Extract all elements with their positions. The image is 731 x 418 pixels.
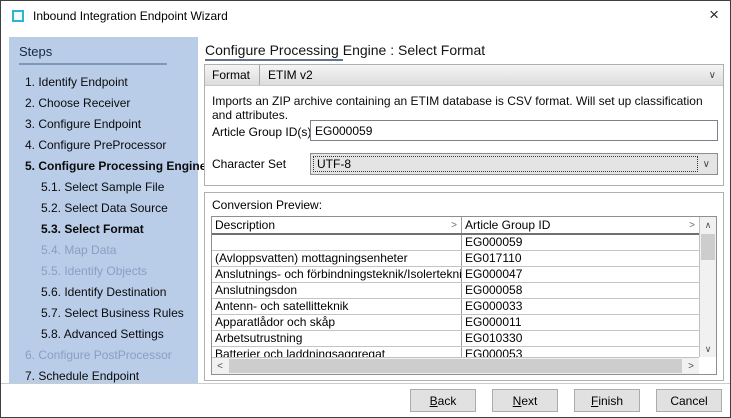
back-button[interactable]: Back <box>410 389 476 412</box>
scroll-right-icon[interactable]: > <box>683 358 699 374</box>
vertical-scrollbar[interactable]: ∧ ∨ <box>699 217 716 357</box>
sidebar-item-identify-endpoint[interactable]: 1. Identify Endpoint <box>19 72 198 93</box>
scroll-left-icon[interactable]: < <box>212 358 228 374</box>
sidebar-item-select-data-source[interactable]: 5.2. Select Data Source <box>19 198 198 219</box>
cancel-button[interactable]: Cancel <box>656 389 722 412</box>
charset-focus-rect <box>313 156 698 172</box>
cell-article-group-id: EG000058 <box>462 283 699 298</box>
table-row[interactable]: (Avloppsvatten) mottagningsenheter EG017… <box>212 251 699 267</box>
table-row[interactable]: EG000059 <box>212 235 699 251</box>
sidebar-item-advanced-settings[interactable]: 5.8. Advanced Settings <box>19 324 198 345</box>
cell-description: Arbetsutrustning <box>212 331 462 346</box>
article-group-label: Article Group ID(s) <box>212 125 311 139</box>
sidebar-item-select-format[interactable]: 5.3. Select Format <box>19 219 198 240</box>
cell-article-group-id: EG000033 <box>462 299 699 314</box>
cell-description: Antenn- och satellitteknik <box>212 299 462 314</box>
cell-article-group-id: EG017110 <box>462 251 699 266</box>
charset-label: Character Set <box>212 157 286 171</box>
cell-description <box>212 235 462 250</box>
sidebar-item-select-business-rules[interactable]: 5.7. Select Business Rules <box>19 303 198 324</box>
sidebar-item-map-data: 5.4. Map Data <box>19 240 198 261</box>
table-row[interactable]: Anslutnings- och förbindningsteknik/Isol… <box>212 267 699 283</box>
button-label: Cancel <box>670 394 707 408</box>
finish-button[interactable]: Finish <box>574 389 640 412</box>
button-label: inish <box>598 394 623 408</box>
format-dropdown[interactable]: Format ETIM v2 ∨ <box>205 65 723 86</box>
format-label: Format <box>205 68 259 82</box>
format-value: ETIM v2 <box>260 68 709 82</box>
sidebar-item-configure-postprocessor: 6. Configure PostProcessor <box>19 345 198 366</box>
table-row[interactable]: Apparatlådor och skåp EG000011 <box>212 315 699 331</box>
button-mnemonic: N <box>513 394 522 408</box>
table-row[interactable]: Antenn- och satellitteknik EG000033 <box>212 299 699 315</box>
charset-dropdown[interactable]: UTF-8 ∨ <box>310 153 718 175</box>
chevron-down-icon: ∨ <box>709 70 723 81</box>
sidebar-item-select-sample-file[interactable]: 5.1. Select Sample File <box>19 177 198 198</box>
footer-button-bar: Back Next Finish Cancel <box>1 384 730 417</box>
cell-article-group-id: EG000011 <box>462 315 699 330</box>
scroll-up-icon[interactable]: ∧ <box>700 217 716 233</box>
next-button[interactable]: Next <box>492 389 558 412</box>
cell-description: Anslutningsdon <box>212 283 462 298</box>
window-title: Inbound Integration Endpoint Wizard <box>33 9 228 23</box>
button-label: ext <box>521 394 537 408</box>
format-groupbox: Format ETIM v2 ∨ Imports an ZIP archive … <box>204 64 724 186</box>
sidebar-item-configure-endpoint[interactable]: 3. Configure Endpoint <box>19 114 198 135</box>
sidebar-item-configure-processing-engine[interactable]: 5. Configure Processing Engine <box>19 156 198 177</box>
cell-description: Anslutnings- och förbindningsteknik/Isol… <box>212 267 462 282</box>
preview-label: Conversion Preview: <box>212 198 322 212</box>
button-label: ack <box>438 394 457 408</box>
article-group-input[interactable] <box>310 120 718 141</box>
column-header-article-group-id[interactable]: Article Group ID > <box>462 217 699 233</box>
column-header-label: Article Group ID <box>465 218 550 232</box>
column-chevron-icon: > <box>689 220 695 231</box>
button-mnemonic: B <box>430 394 438 408</box>
format-description: Imports an ZIP archive containing an ETI… <box>212 94 716 122</box>
steps-underline <box>19 63 167 65</box>
wizard-dialog: Inbound Integration Endpoint Wizard × St… <box>0 0 731 418</box>
close-icon[interactable]: × <box>709 6 719 24</box>
table-row[interactable]: Arbetsutrustning EG010330 <box>212 331 699 347</box>
sidebar-item-choose-receiver[interactable]: 2. Choose Receiver <box>19 93 198 114</box>
table-body: EG000059 (Avloppsvatten) mottagningsenhe… <box>212 235 699 363</box>
column-header-label: Description <box>215 218 275 232</box>
preview-table: Description > Article Group ID > EG00005… <box>211 216 717 375</box>
table-header-row: Description > Article Group ID > <box>212 217 699 235</box>
app-icon <box>12 10 24 22</box>
cell-article-group-id: EG000047 <box>462 267 699 282</box>
preview-groupbox: Conversion Preview: Description > Articl… <box>204 192 724 381</box>
steps-header: Steps <box>19 44 198 59</box>
horizontal-scrollbar[interactable]: < > <box>212 357 699 374</box>
title-bar: Inbound Integration Endpoint Wizard × <box>1 1 730 31</box>
horizontal-scrollbar-thumb[interactable] <box>229 359 682 373</box>
button-mnemonic: F <box>591 394 598 408</box>
page-title: Configure Processing Engine : Select For… <box>205 42 485 58</box>
sidebar-item-identify-destination[interactable]: 5.6. Identify Destination <box>19 282 198 303</box>
table-row[interactable]: Anslutningsdon EG000058 <box>212 283 699 299</box>
chevron-down-icon: ∨ <box>703 159 717 170</box>
scroll-down-icon[interactable]: ∨ <box>700 341 716 357</box>
cell-description: Apparatlådor och skåp <box>212 315 462 330</box>
sidebar-item-configure-preprocessor[interactable]: 4. Configure PreProcessor <box>19 135 198 156</box>
sidebar-item-identify-objects: 5.5. Identify Objects <box>19 261 198 282</box>
cell-article-group-id: EG010330 <box>462 331 699 346</box>
steps-sidebar: Steps 1. Identify Endpoint 2. Choose Rec… <box>9 37 198 386</box>
scrollbar-corner <box>699 357 716 374</box>
vertical-scrollbar-thumb[interactable] <box>701 234 715 260</box>
column-header-description[interactable]: Description > <box>212 217 462 233</box>
page-title-underline <box>205 59 343 61</box>
cell-article-group-id: EG000059 <box>462 235 699 250</box>
column-chevron-icon: > <box>451 220 457 231</box>
cell-description: (Avloppsvatten) mottagningsenheter <box>212 251 462 266</box>
